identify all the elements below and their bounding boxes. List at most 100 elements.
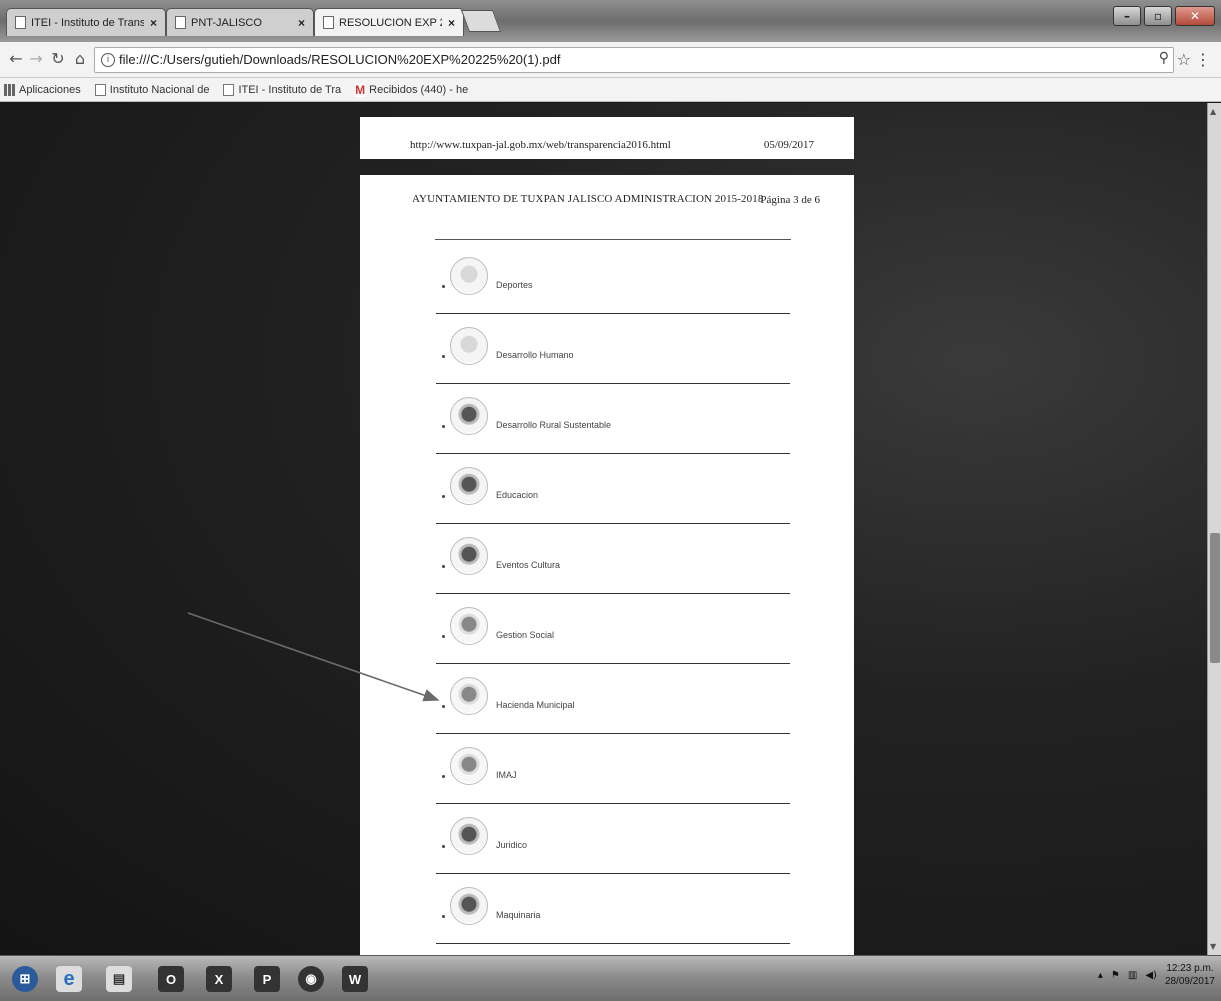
page-icon <box>94 83 106 96</box>
divider <box>436 873 790 874</box>
bookmark-star-icon[interactable]: ☆ <box>1177 50 1191 69</box>
project-icon: P <box>254 966 280 992</box>
address-bar[interactable]: i file:///C:/Users/gutieh/Downloads/RESO… <box>94 47 1174 73</box>
scroll-up-arrow-icon[interactable]: ▲ <box>1210 107 1216 116</box>
bookmark-instituto-nacional[interactable]: Instituto Nacional de <box>94 83 209 96</box>
taskbar-internet-explorer[interactable]: e <box>50 961 88 997</box>
forward-arrow-icon[interactable]: → <box>26 49 46 69</box>
reload-icon[interactable]: ↻ <box>48 49 68 69</box>
deportes-logo-icon <box>450 257 488 295</box>
close-icon[interactable]: × <box>150 16 157 30</box>
vertical-scrollbar[interactable]: ▲ ▼ <box>1207 103 1221 955</box>
department-label: IMAJ <box>496 770 517 780</box>
gestion-social-logo-icon <box>450 607 488 645</box>
apps-grid-icon <box>4 83 15 96</box>
window-controls: – ▫ ✕ <box>1113 6 1215 26</box>
bookmark-label: Aplicaciones <box>19 83 81 96</box>
taskbar-outlook[interactable]: O <box>152 961 190 997</box>
taskbar-chrome[interactable]: ◉ <box>292 961 330 997</box>
home-icon[interactable]: ⌂ <box>70 49 90 69</box>
outlook-icon: O <box>158 966 184 992</box>
maximize-button[interactable]: ▫ <box>1144 6 1172 26</box>
desarrollo-humano-logo-icon <box>450 327 488 365</box>
taskbar-excel[interactable]: X <box>200 961 238 997</box>
divider <box>436 453 790 454</box>
bookmark-apps[interactable]: Aplicaciones <box>4 83 81 96</box>
clock-time: 12:23 p.m. <box>1166 963 1214 974</box>
bookmark-label: Recibidos (440) - he <box>369 83 469 96</box>
page-url-footer: http://www.tuxpan-jal.gob.mx/web/transpa… <box>410 139 671 151</box>
minimize-button[interactable]: – <box>1113 6 1141 26</box>
windows-start-icon: ⊞ <box>12 966 38 992</box>
bullet <box>442 915 445 918</box>
start-button[interactable]: ⊞ <box>6 961 44 997</box>
bullet <box>442 285 445 288</box>
department-label: Desarrollo Humano <box>496 350 574 360</box>
clock-date: 28/09/2017 <box>1164 976 1215 987</box>
itei-favicon-icon <box>15 16 26 29</box>
word-icon: W <box>342 966 368 992</box>
page-favicon-icon <box>323 16 334 29</box>
divider <box>436 803 790 804</box>
pdf-page: AYUNTAMIENTO DE TUXPAN JALISCO ADMINISTR… <box>360 175 854 955</box>
itei-icon <box>223 83 235 96</box>
taskbar-word[interactable]: W <box>336 961 374 997</box>
pdf-page-previous-footer: http://www.tuxpan-jal.gob.mx/web/transpa… <box>360 117 854 159</box>
bullet <box>442 705 445 708</box>
taskbar-file-explorer[interactable]: ▤ <box>100 961 138 997</box>
divider <box>436 313 790 314</box>
eventos-cultura-logo-icon <box>450 537 488 575</box>
page-favicon-icon <box>175 16 186 29</box>
show-hidden-icons-icon[interactable]: ▴ <box>1098 970 1103 981</box>
department-item-juridico[interactable]: Juridico <box>424 807 804 877</box>
tab-label: RESOLUCION EXP 225 (1 <box>339 16 442 29</box>
back-arrow-icon[interactable]: ← <box>6 49 26 69</box>
bookmark-itei[interactable]: ITEI - Instituto de Tra <box>223 83 341 96</box>
bookmark-gmail[interactable]: M Recibidos (440) - he <box>355 82 469 97</box>
department-label: Desarrollo Rural Sustentable <box>496 420 612 430</box>
clock[interactable]: 12:23 p.m. 28/09/2017 <box>1165 962 1215 988</box>
pdf-viewer[interactable]: http://www.tuxpan-jal.gob.mx/web/transpa… <box>0 103 1221 955</box>
page-number: Página 3 de 6 <box>760 194 820 206</box>
taskbar-project[interactable]: P <box>248 961 286 997</box>
bullet <box>442 355 445 358</box>
department-item-eventos-cultura[interactable]: Eventos Cultura <box>424 527 804 597</box>
tab-resolucion[interactable]: RESOLUCION EXP 225 (1 × <box>314 8 464 36</box>
excel-icon: X <box>206 966 232 992</box>
department-label: Hacienda Municipal <box>496 700 575 710</box>
scrollbar-thumb[interactable] <box>1210 533 1220 663</box>
imaj-logo-icon <box>450 747 488 785</box>
department-label: Eventos Cultura <box>496 560 561 570</box>
tab-itei[interactable]: ITEI - Instituto de Transp × <box>6 8 166 36</box>
close-icon[interactable]: × <box>448 16 455 30</box>
volume-icon[interactable]: ◀) <box>1145 970 1157 981</box>
educacion-logo-icon <box>450 467 488 505</box>
department-item-imaj[interactable]: IMAJ <box>424 737 804 807</box>
department-item-desarrollo-humano[interactable]: Desarrollo Humano <box>424 317 804 387</box>
chrome-icon: ◉ <box>298 966 324 992</box>
close-window-button[interactable]: ✕ <box>1175 6 1215 26</box>
bullet <box>442 565 445 568</box>
department-item-hacienda-municipal[interactable]: Hacienda Municipal <box>424 667 804 737</box>
divider <box>436 383 790 384</box>
department-label: Gestion Social <box>496 630 555 640</box>
department-label: Deportes <box>496 280 533 290</box>
page-header-title: AYUNTAMIENTO DE TUXPAN JALISCO ADMINISTR… <box>412 193 764 205</box>
bookmarks-bar: Aplicaciones Instituto Nacional de ITEI … <box>0 78 1221 102</box>
department-item-educacion[interactable]: Educacion <box>424 457 804 527</box>
close-icon[interactable]: × <box>298 16 305 30</box>
department-item-deportes[interactable]: Deportes <box>424 247 804 317</box>
new-tab-button[interactable] <box>460 10 502 32</box>
department-label: Juridico <box>496 840 528 850</box>
tab-pnt-jalisco[interactable]: PNT-JALISCO × <box>166 8 314 36</box>
department-item-gestion-social[interactable]: Gestion Social <box>424 597 804 667</box>
department-item-desarrollo-rural[interactable]: Desarrollo Rural Sustentable <box>424 387 804 457</box>
menu-icon[interactable]: ⋮ <box>1195 50 1211 69</box>
scroll-down-arrow-icon[interactable]: ▼ <box>1210 942 1216 951</box>
flag-icon[interactable]: ⚑ <box>1111 970 1120 981</box>
network-icon[interactable]: ▥ <box>1128 970 1137 981</box>
department-item-maquinaria[interactable]: Maquinaria <box>424 877 804 947</box>
folder-icon: ▤ <box>106 966 132 992</box>
info-icon[interactable]: i <box>101 53 115 67</box>
zoom-icon[interactable]: ⚲ <box>1159 50 1169 66</box>
